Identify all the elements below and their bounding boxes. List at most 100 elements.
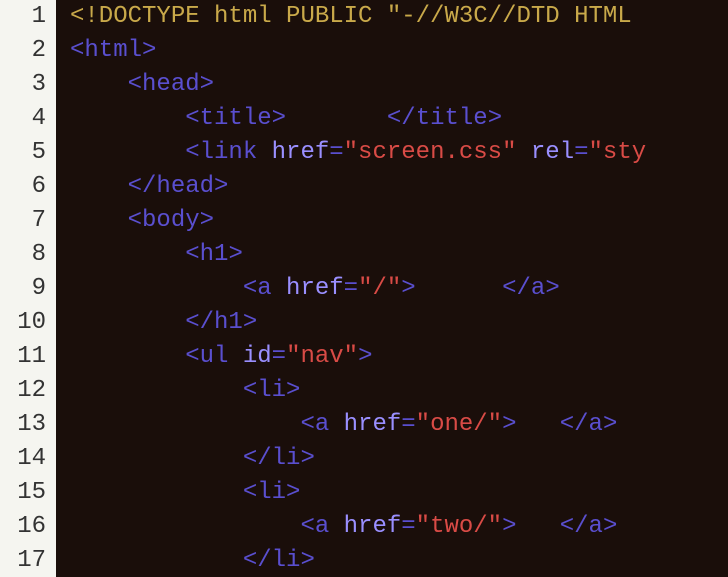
token-txt [286, 105, 387, 132]
line-number: 9 [0, 272, 46, 306]
token-punct: < [185, 139, 199, 166]
line-number: 17 [0, 544, 46, 577]
line-number: 6 [0, 170, 46, 204]
token-str: "sty [589, 139, 647, 166]
code-line[interactable]: <li> [70, 374, 728, 408]
code-line[interactable]: </head> [70, 170, 728, 204]
code-line[interactable]: <a href="one/"> </a> [70, 408, 728, 442]
token-punct: > [243, 309, 257, 336]
token-tag: h1 [200, 241, 229, 268]
line-number: 1 [0, 0, 46, 34]
code-line[interactable]: <a href="/"> </a> [70, 272, 728, 306]
code-line[interactable]: </li> [70, 544, 728, 577]
token-tag: a [531, 275, 545, 302]
line-number: 10 [0, 306, 46, 340]
token-whitespace [70, 309, 185, 336]
code-line[interactable]: </li> [70, 442, 728, 476]
token-punct: = [344, 275, 358, 302]
line-number: 16 [0, 510, 46, 544]
token-tag: ul [200, 343, 229, 370]
token-punct: > [200, 207, 214, 234]
token-tag: a [315, 513, 329, 540]
token-punct: > [545, 275, 559, 302]
token-punct: </ [243, 445, 272, 472]
token-attr: href [344, 513, 402, 540]
token-punct: > [142, 37, 156, 64]
token-tag: h1 [214, 309, 243, 336]
code-line[interactable]: <li> [70, 476, 728, 510]
token-str: "one/" [416, 411, 502, 438]
token-whitespace [70, 173, 128, 200]
code-line[interactable]: <body> [70, 204, 728, 238]
token-punct: < [243, 479, 257, 506]
token-punct: > [401, 275, 415, 302]
token-whitespace [70, 411, 300, 438]
line-number: 12 [0, 374, 46, 408]
token-txt [416, 275, 502, 302]
token-punct: </ [387, 105, 416, 132]
token-punct: < [300, 513, 314, 540]
token-str: "screen.css" [344, 139, 517, 166]
token-str: "/" [358, 275, 401, 302]
token-punct: < [243, 275, 257, 302]
token-punct: > [603, 513, 617, 540]
code-line[interactable]: <h1> [70, 238, 728, 272]
token-punct: = [272, 343, 286, 370]
token-doctype: <!DOCTYPE html PUBLIC "-//W3C//DTD HTML [70, 3, 632, 30]
line-number: 5 [0, 136, 46, 170]
line-number: 3 [0, 68, 46, 102]
token-tag: a [589, 513, 603, 540]
token-tag: html [84, 37, 142, 64]
token-punct: < [128, 207, 142, 234]
token-punct: > [488, 105, 502, 132]
token-punct: </ [185, 309, 214, 336]
line-number: 7 [0, 204, 46, 238]
token-whitespace [70, 241, 185, 268]
token-whitespace [329, 513, 343, 540]
token-whitespace [70, 275, 243, 302]
line-number: 15 [0, 476, 46, 510]
code-line[interactable]: <a href="two/"> </a> [70, 510, 728, 544]
token-attr: id [243, 343, 272, 370]
token-whitespace [70, 105, 185, 132]
token-txt [517, 513, 560, 540]
token-punct: > [300, 445, 314, 472]
token-whitespace [70, 343, 185, 370]
token-attr: href [344, 411, 402, 438]
token-punct: > [502, 411, 516, 438]
token-txt [517, 411, 560, 438]
token-punct: < [185, 241, 199, 268]
line-number: 4 [0, 102, 46, 136]
token-tag: li [272, 547, 301, 574]
token-whitespace [70, 377, 243, 404]
token-punct: </ [560, 411, 589, 438]
code-line[interactable]: <link href="screen.css" rel="sty [70, 136, 728, 170]
code-line[interactable]: </h1> [70, 306, 728, 340]
token-punct: > [214, 173, 228, 200]
token-tag: head [142, 71, 200, 98]
token-tag: title [416, 105, 488, 132]
code-line[interactable]: <ul id="nav"> [70, 340, 728, 374]
token-whitespace [272, 275, 286, 302]
token-punct: < [243, 377, 257, 404]
token-punct: </ [243, 547, 272, 574]
token-punct: = [401, 411, 415, 438]
token-punct: > [358, 343, 372, 370]
code-line[interactable]: <head> [70, 68, 728, 102]
token-punct: > [502, 513, 516, 540]
token-punct: > [272, 105, 286, 132]
code-editor-area[interactable]: <!DOCTYPE html PUBLIC "-//W3C//DTD HTML <… [56, 0, 728, 577]
token-punct: > [200, 71, 214, 98]
code-line[interactable]: <title> </title> [70, 102, 728, 136]
token-whitespace [70, 547, 243, 574]
token-punct: < [185, 343, 199, 370]
token-punct: > [300, 547, 314, 574]
line-number-gutter: 1234567891011121314151617 [0, 0, 56, 577]
code-line[interactable]: <!DOCTYPE html PUBLIC "-//W3C//DTD HTML [70, 0, 728, 34]
token-whitespace [329, 411, 343, 438]
code-line[interactable]: <html> [70, 34, 728, 68]
token-punct: </ [560, 513, 589, 540]
token-whitespace [70, 479, 243, 506]
line-number: 8 [0, 238, 46, 272]
token-attr: href [272, 139, 330, 166]
